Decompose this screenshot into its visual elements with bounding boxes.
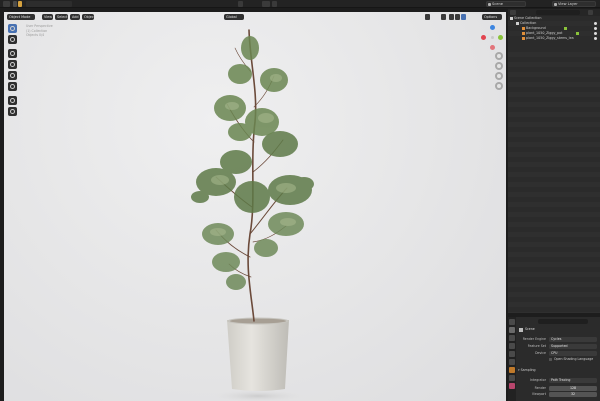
properties-search-field[interactable] [538, 319, 588, 324]
integrator-dropdown[interactable]: Path Tracing [549, 378, 597, 383]
outliner-list: Scene Collection Collection Background p… [508, 16, 600, 41]
feature-set-label: Feature Set [527, 344, 546, 348]
osl-checkbox[interactable] [549, 358, 552, 361]
layout-tabs-icon[interactable] [26, 1, 72, 7]
object-tab-icon[interactable] [509, 367, 515, 373]
outliner-label: Scene Collection [514, 16, 542, 20]
view-layer-name: View Layer [558, 2, 578, 6]
scene-selector[interactable]: Scene [486, 1, 526, 7]
render-engine-dropdown[interactable]: Cycles [549, 337, 597, 342]
plant-pot [227, 320, 289, 391]
material-tab-icon[interactable] [509, 383, 515, 389]
outliner-panel: Scene Collection Collection Background p… [508, 9, 600, 313]
feature-set-dropdown[interactable]: Supported [549, 344, 597, 349]
viewport-samples-label: Viewport [531, 392, 546, 396]
pot-soil [230, 318, 286, 324]
sampling-label: Sampling [520, 368, 536, 372]
integrator-label: Integrator [530, 378, 546, 382]
mesh-data-icon [564, 27, 567, 30]
scene-name: Scene [492, 2, 503, 6]
eye-icon[interactable] [594, 32, 597, 35]
select-mode-icon[interactable] [13, 1, 17, 7]
render-samples-field[interactable]: 128 [549, 386, 597, 391]
top-header-bar: Scene View Layer [0, 0, 600, 8]
render-samples-label: Render [534, 386, 546, 390]
proportional-icon[interactable] [272, 1, 277, 7]
tool-tab-icon[interactable] [509, 319, 515, 325]
render-engine-label: Render Engine [522, 337, 546, 341]
render-tab-icon[interactable] [509, 327, 515, 333]
view-layer-selector[interactable]: View Layer [552, 1, 596, 7]
pivot-icon[interactable] [238, 1, 243, 7]
view-layer-icon [554, 3, 557, 6]
filter-icon[interactable] [588, 10, 593, 15]
floor-shadow [212, 390, 304, 401]
outliner-label: Collection [520, 21, 537, 25]
plant-render [191, 29, 314, 401]
object-icon [522, 37, 525, 40]
modifier-tab-icon[interactable] [509, 375, 515, 381]
outliner-search-field[interactable] [536, 10, 580, 15]
outliner-label: Background [526, 26, 546, 30]
render-icon [519, 328, 523, 332]
mesh-data-icon [576, 32, 579, 35]
viewport-samples-field[interactable]: 32 [549, 392, 597, 397]
outliner-label: plant_1050_Ziggy_stems_lea [526, 36, 574, 40]
device-label: Device [535, 351, 546, 355]
snap-icon[interactable] [262, 1, 270, 7]
scene-icon [488, 3, 491, 6]
eye-icon[interactable] [594, 22, 597, 25]
collection-icon [510, 17, 513, 20]
view-layer-tab-icon[interactable] [509, 343, 515, 349]
outliner-row-stems[interactable]: plant_1050_Ziggy_stems_lea [508, 36, 600, 41]
object-icon [522, 32, 525, 35]
device-dropdown[interactable]: CPU [549, 351, 597, 356]
outliner-empty-area [508, 47, 600, 313]
scene-tab-icon[interactable] [509, 351, 515, 357]
outliner-header [508, 9, 600, 16]
properties-panel: Scene Render Engine Cycles Feature Set S… [508, 315, 600, 401]
3d-viewport[interactable]: Object Mode View Select Add Object Globa… [4, 12, 506, 401]
eye-icon[interactable] [594, 37, 597, 40]
cursor-icon[interactable] [18, 1, 22, 7]
leaf-cluster-upper [214, 36, 288, 141]
osl-label: Open Shading Language [554, 357, 594, 361]
properties-breadcrumb: Scene [525, 327, 535, 331]
outliner-editor-icon[interactable] [510, 10, 516, 15]
object-icon [522, 27, 525, 30]
eye-icon[interactable] [594, 27, 597, 30]
outliner-label: plant_1050_Ziggy_pot [526, 31, 563, 35]
properties-tab-column [508, 317, 516, 401]
output-tab-icon[interactable] [509, 335, 515, 341]
world-tab-icon[interactable] [509, 359, 515, 365]
editor-type-icon[interactable] [3, 1, 10, 7]
sampling-panel-header[interactable]: ▾ Sampling [518, 368, 598, 373]
collection-icon [516, 22, 519, 25]
